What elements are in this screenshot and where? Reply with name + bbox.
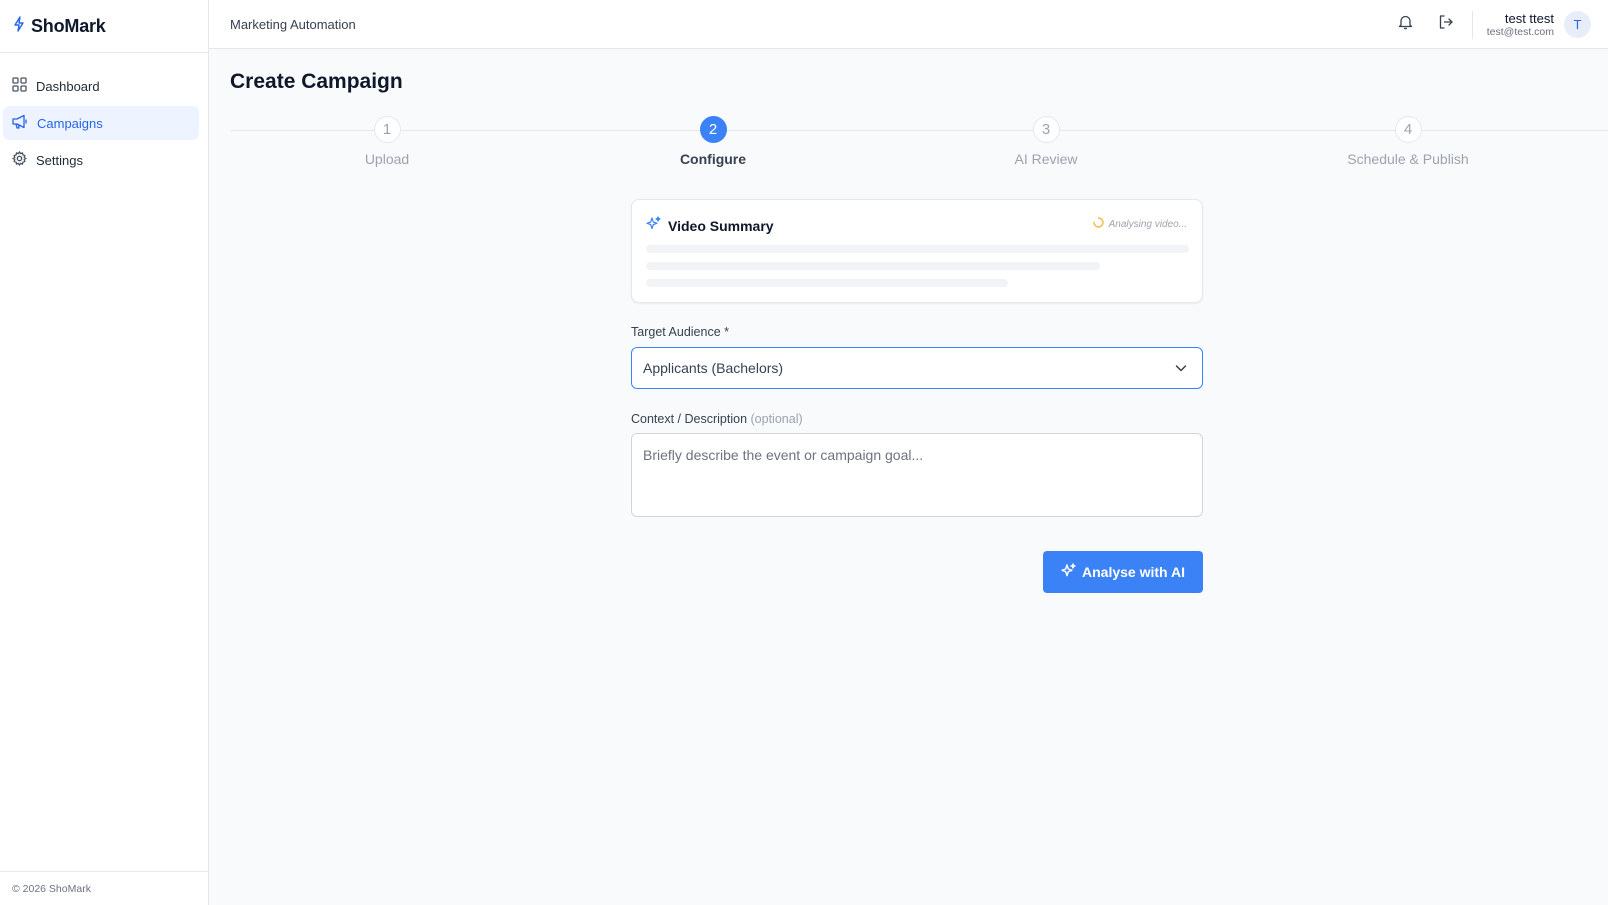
header-actions: test ttest test@test.com T — [1392, 0, 1608, 49]
logout-icon — [1438, 14, 1454, 35]
skeleton-line — [646, 279, 1008, 287]
step-number: 1 — [373, 116, 401, 143]
analysis-status-text: Analysing video... — [1108, 218, 1187, 230]
bolt-icon — [13, 15, 25, 37]
grid-icon — [12, 77, 27, 95]
sidebar-item-label: Dashboard — [36, 78, 100, 94]
stepper: 1 Upload 2 Configure 3 AI Review 4 Sched… — [230, 116, 1608, 176]
step-label: AI Review — [1014, 151, 1078, 167]
top-header: Marketing Automation test ttest test@tes… — [209, 0, 1608, 49]
sidebar-item-dashboard[interactable]: Dashboard — [3, 69, 199, 103]
target-audience-label: Target Audience * — [631, 325, 729, 339]
user-email: test@test.com — [1486, 25, 1554, 38]
brand-name: ShoMark — [31, 15, 106, 36]
sidebar-item-settings[interactable]: Settings — [3, 143, 199, 177]
header-title: Marketing Automation — [230, 16, 356, 32]
sparkle-icon — [646, 216, 661, 236]
sparkle-icon — [1061, 563, 1076, 581]
step-ai-review[interactable]: 3 AI Review — [966, 116, 1126, 167]
context-textarea[interactable] — [631, 433, 1203, 517]
user-info[interactable]: test ttest test@test.com — [1486, 10, 1554, 38]
target-audience-value: Applicants (Bachelors) — [643, 360, 784, 376]
step-schedule-publish[interactable]: 4 Schedule & Publish — [1328, 116, 1488, 167]
context-label-text: Context / Description — [631, 412, 748, 426]
chevron-down-icon — [1174, 361, 1188, 378]
bell-icon — [1398, 14, 1413, 35]
target-audience-select[interactable]: Applicants (Bachelors) — [631, 347, 1203, 389]
sidebar-nav: Dashboard Campaigns Settings — [0, 53, 208, 177]
video-summary-title: Video Summary — [668, 218, 774, 234]
context-label: Context / Description (optional) — [631, 412, 803, 426]
spinner-icon — [1092, 215, 1104, 233]
analyse-button-label: Analyse with AI — [1082, 564, 1185, 580]
step-label: Configure — [679, 151, 747, 167]
notifications-button[interactable] — [1392, 11, 1420, 39]
sidebar: ShoMark Dashboard Campaigns Settings © 2… — [0, 0, 209, 905]
user-name: test ttest — [1504, 10, 1554, 26]
analyse-with-ai-button[interactable]: Analyse with AI — [1043, 551, 1203, 593]
sidebar-item-label: Campaigns — [37, 115, 103, 131]
megaphone-icon — [12, 114, 28, 132]
sidebar-footer: © 2026 ShoMark — [0, 871, 208, 905]
logout-button[interactable] — [1432, 11, 1460, 39]
step-label: Upload — [364, 151, 410, 167]
video-summary-card: Video Summary Analysing video... — [631, 199, 1203, 303]
step-label: Schedule & Publish — [1347, 151, 1469, 167]
step-configure[interactable]: 2 Configure — [633, 116, 793, 167]
sidebar-item-campaigns[interactable]: Campaigns — [3, 106, 199, 140]
step-number: 3 — [1032, 116, 1060, 143]
step-number: 4 — [1394, 116, 1422, 143]
context-optional-hint: (optional) — [750, 412, 803, 426]
avatar[interactable]: T — [1564, 11, 1591, 38]
gear-icon — [12, 150, 27, 169]
header-divider — [1471, 10, 1473, 39]
analysis-status: Analysing video... — [1092, 215, 1187, 233]
page-title: Create Campaign — [230, 70, 403, 93]
brand[interactable]: ShoMark — [0, 0, 208, 53]
skeleton-line — [646, 245, 1189, 253]
step-upload[interactable]: 1 Upload — [307, 116, 467, 167]
video-summary-header: Video Summary — [646, 216, 774, 236]
sidebar-item-label: Settings — [36, 152, 83, 168]
step-number: 2 — [699, 116, 727, 143]
skeleton-line — [646, 262, 1100, 270]
